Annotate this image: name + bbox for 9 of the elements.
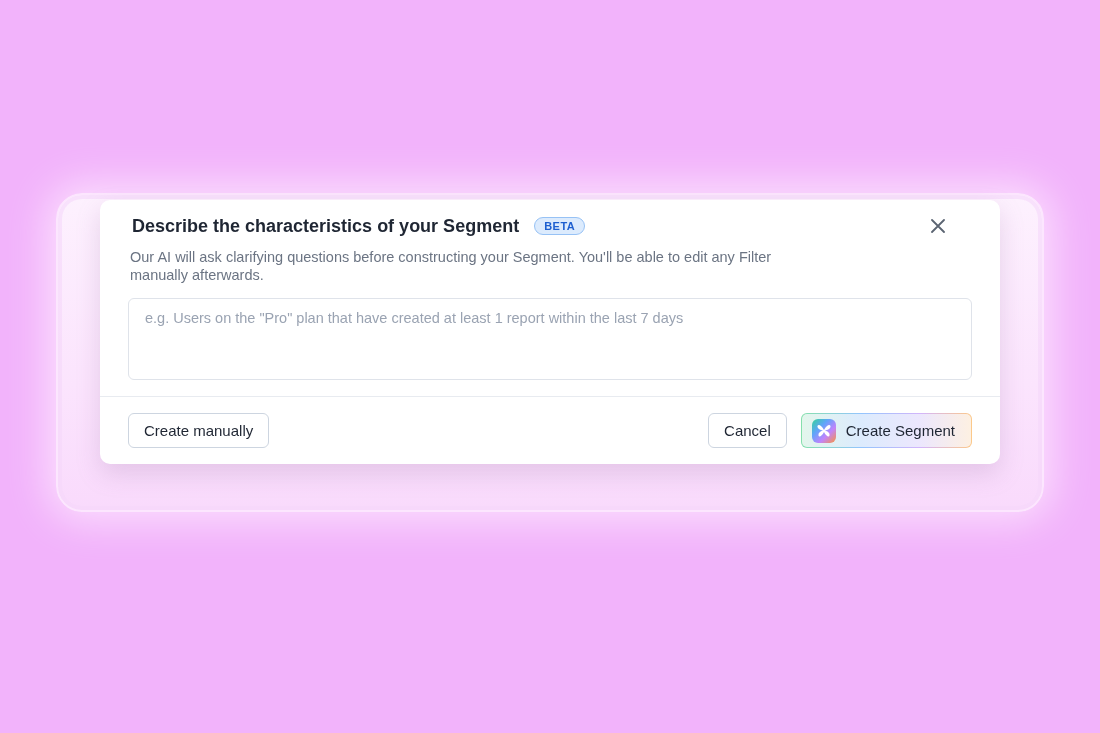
description-text: Our AI will ask clarifying questions before constructing your Segment. You'll be able to edit any Filter manually afterwards. [130,248,773,284]
close-icon[interactable] [931,219,945,233]
beta-badge: BETA [534,217,586,235]
dialog-title: Describe the characteristics of your Segment [132,215,520,238]
secondary-button[interactable]: Create manually [128,413,270,448]
create-segment-button[interactable]: Create Segment [800,413,972,448]
prompt-field[interactable]: e.g. Users on the "Pro" plan that have created at least 1 report within the last 7 days [128,298,972,380]
secondary-button[interactable]: Cancel [708,413,787,448]
butterfly-icon [811,418,836,443]
